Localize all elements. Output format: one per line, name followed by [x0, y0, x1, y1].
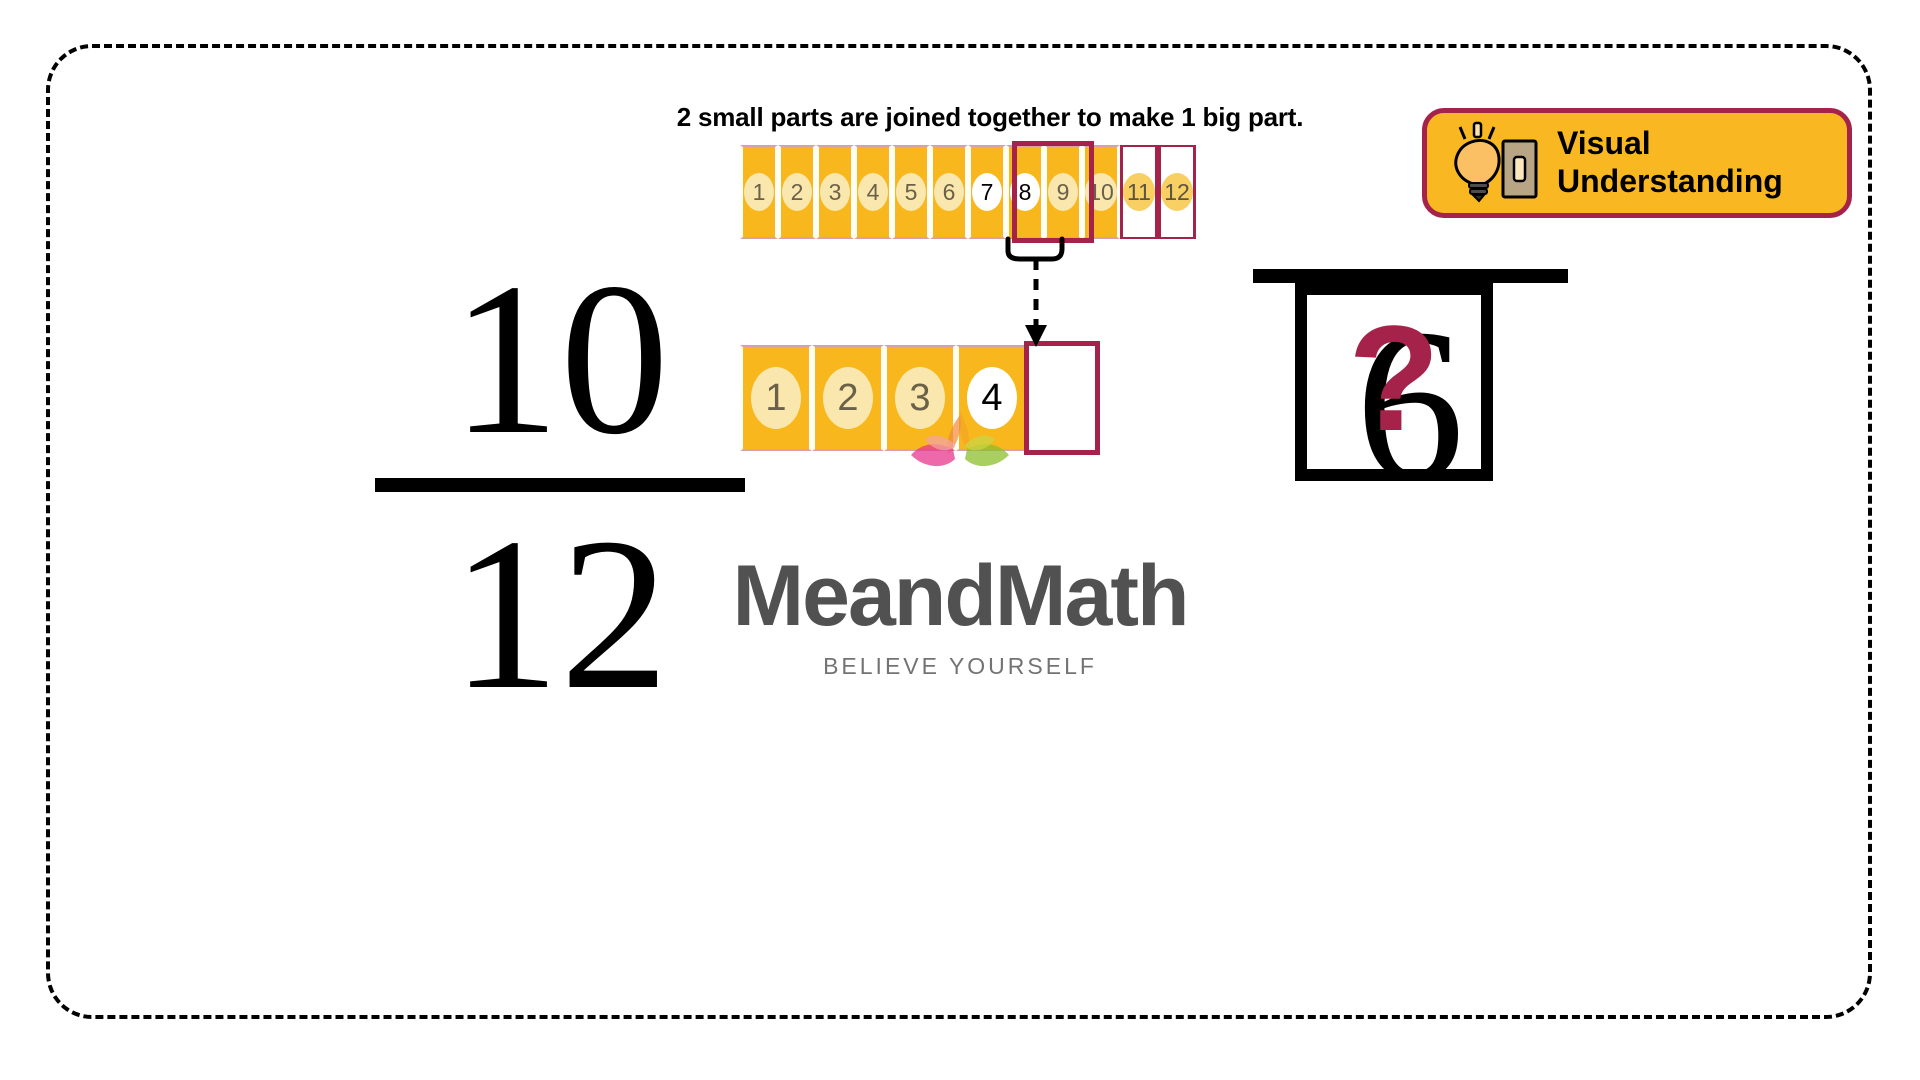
bar-cell: 1	[740, 145, 778, 239]
bar-cell: 4	[956, 345, 1028, 451]
brace-arrow-connector	[1005, 236, 1065, 347]
fraction-right-bar	[1252, 269, 1568, 283]
bar-cell-label: 12	[1161, 173, 1193, 211]
bar-model-top: 1 2 3 4 5 6 7 8 9 10 11 12	[740, 145, 1196, 239]
bar-cell-label: 6	[934, 173, 964, 211]
bar-cell: 1	[740, 345, 812, 451]
bar-cell: 5	[892, 145, 930, 239]
fraction-left-denominator: 12	[451, 494, 669, 736]
bar-cell: 11	[1120, 145, 1158, 239]
fraction-left: 10 12	[370, 239, 750, 736]
bar-cell-label: 11	[1123, 173, 1155, 211]
bar-cell: 12	[1158, 145, 1196, 239]
bar-cell-label: 5	[896, 173, 926, 211]
bar-cell-label: 8	[1010, 173, 1040, 211]
fraction-left-bar	[375, 478, 745, 493]
bar-cell-label: 3	[895, 367, 945, 429]
bar-cell: 2	[812, 345, 884, 451]
fraction-left-numerator: 10	[451, 239, 669, 480]
bar-model-bottom: 1234	[740, 345, 1028, 451]
bar-cell-label: 3	[820, 173, 850, 211]
answer-question-box[interactable]: ?	[1295, 283, 1493, 481]
badge-label: Visual Understanding	[1557, 125, 1783, 201]
bar-cell: 8	[1006, 145, 1044, 239]
bar-cell-label: 10	[1085, 173, 1117, 211]
bar-cell: 3	[884, 345, 956, 451]
bar-cell-label: 2	[782, 173, 812, 211]
lightbulb-switch-icon	[1443, 119, 1539, 208]
bar-cell: 6	[930, 145, 968, 239]
bar-cell: 4	[854, 145, 892, 239]
bar-cell-label: 4	[858, 173, 888, 211]
bar-cell: 9	[1044, 145, 1082, 239]
bar-cell-label: 4	[967, 367, 1017, 429]
headline-text: 2 small parts are joined together to mak…	[676, 102, 1304, 132]
bar-cell: 3	[816, 145, 854, 239]
badge-label-line1: Visual	[1557, 125, 1651, 162]
bar-cell-label: 1	[744, 173, 774, 211]
bar-cell-label: 7	[972, 173, 1002, 211]
bar-cell-label: 9	[1048, 173, 1078, 211]
bar-cell-label: 2	[823, 367, 873, 429]
bar-cell: 2	[778, 145, 816, 239]
badge-label-line2: Understanding	[1557, 163, 1783, 199]
bar-cell: 7	[968, 145, 1006, 239]
bar-cell-label: 1	[751, 367, 801, 429]
question-mark-icon: ?	[1348, 294, 1440, 462]
bar-cell: 10	[1082, 145, 1120, 239]
visual-understanding-badge: Visual Understanding	[1422, 108, 1852, 218]
